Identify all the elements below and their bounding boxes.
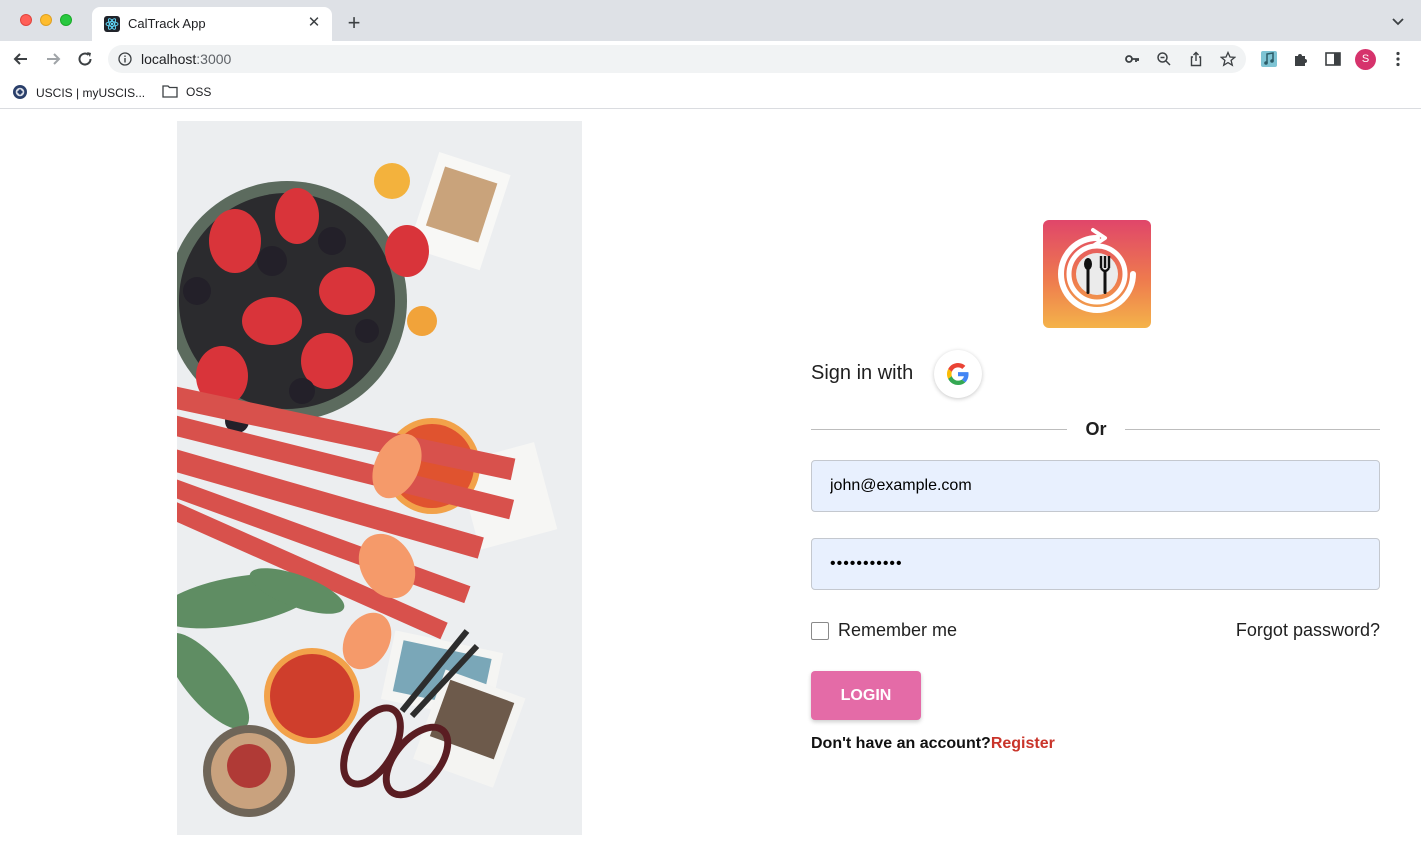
side-panel-icon[interactable]: [1324, 50, 1342, 68]
kebab-menu-icon[interactable]: [1389, 50, 1407, 68]
google-g-icon: [947, 363, 969, 385]
password-field[interactable]: [811, 538, 1380, 590]
or-separator: Or: [1085, 419, 1107, 439]
login-button[interactable]: LOGIN: [811, 671, 921, 720]
hero-food-image: [177, 121, 582, 835]
bookmark-label: OSS: [186, 85, 212, 100]
bookmark-oss[interactable]: OSS: [162, 84, 211, 102]
window-close-button[interactable]: [20, 14, 32, 26]
window-maximize-button[interactable]: [60, 14, 72, 26]
divider-left: [811, 429, 1067, 430]
folder-icon: [162, 84, 178, 102]
react-favicon-icon: [104, 16, 120, 32]
uscis-seal-icon: [12, 84, 28, 104]
no-account-text: Don't have an account?: [811, 735, 991, 752]
address-bar[interactable]: localhost:3000: [108, 45, 1246, 73]
remember-me-label[interactable]: Remember me: [838, 620, 957, 641]
google-signin-button[interactable]: [934, 350, 982, 398]
bookmark-label: USCIS | myUSCIS...: [36, 86, 146, 101]
forgot-password-link[interactable]: Forgot password?: [1236, 620, 1380, 641]
new-tab-button[interactable]: +: [342, 11, 366, 35]
tab-close-icon[interactable]: ✕: [304, 13, 324, 33]
profile-avatar[interactable]: S: [1355, 49, 1376, 70]
share-icon[interactable]: [1188, 51, 1204, 67]
tab-title: CalTrack App: [128, 16, 206, 31]
extensions-puzzle-icon[interactable]: [1292, 50, 1310, 68]
window-minimize-button[interactable]: [40, 14, 52, 26]
browser-toolbar: localhost:3000 S: [0, 41, 1421, 77]
caltrack-logo: [1043, 220, 1151, 328]
tab-search-chevron-icon[interactable]: [1389, 12, 1407, 30]
forward-arrow-icon[interactable]: [42, 48, 64, 70]
url-text: localhost:3000: [141, 51, 232, 67]
back-arrow-icon[interactable]: [10, 48, 32, 70]
reload-icon[interactable]: [74, 48, 96, 70]
remember-me-checkbox[interactable]: [811, 622, 829, 640]
bookmark-uscis[interactable]: USCIS | myUSCIS...: [12, 84, 145, 102]
register-link[interactable]: Register: [991, 735, 1055, 752]
site-info-icon[interactable]: [118, 52, 132, 66]
key-icon[interactable]: [1124, 51, 1140, 67]
music-extension-icon[interactable]: [1260, 50, 1278, 68]
tab-strip: CalTrack App ✕ +: [0, 0, 1421, 41]
zoom-icon[interactable]: [1156, 51, 1172, 67]
browser-chrome: CalTrack App ✕ + localhost:3000 S USCIS …: [0, 0, 1421, 110]
bookmarks-bar: USCIS | myUSCIS... OSS: [0, 77, 1421, 109]
login-page: Sign in with Or Remember me Forgot passw…: [0, 110, 1421, 853]
sign-in-with-label: Sign in with: [811, 362, 914, 384]
bookmark-star-icon[interactable]: [1219, 50, 1237, 67]
browser-tab[interactable]: CalTrack App ✕: [92, 7, 332, 41]
divider-right: [1125, 429, 1380, 430]
email-field[interactable]: [811, 460, 1380, 512]
register-prompt: Don't have an account?Register: [811, 735, 1055, 753]
